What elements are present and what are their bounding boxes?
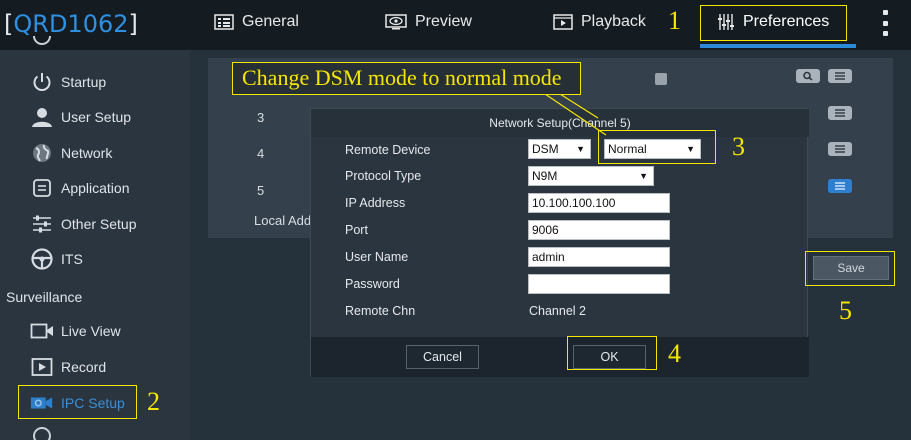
power-icon (30, 70, 54, 94)
cancel-button[interactable]: Cancel (406, 345, 479, 369)
user-name-field[interactable]: admin (528, 247, 670, 267)
globe-icon (30, 141, 54, 165)
row-number: 5 (257, 183, 265, 198)
record-icon (30, 355, 54, 379)
annotation-step-5: 5 (839, 296, 852, 325)
annotation-step-4: 4 (668, 339, 681, 368)
list-icon[interactable] (828, 69, 852, 83)
annotation-callout: Change DSM mode to normal mode (232, 62, 581, 95)
user-icon (30, 105, 54, 129)
tab-general[interactable]: General (214, 0, 299, 44)
wheel-icon (30, 247, 54, 271)
sliders-icon (30, 212, 54, 236)
tab-preview-label: Preview (415, 13, 472, 30)
ip-address-label: IP Address (345, 196, 406, 210)
password-label: Password (345, 277, 400, 291)
brand-bracket-close: ] (128, 10, 138, 38)
film-icon (553, 14, 573, 30)
grid-icon (214, 14, 234, 30)
remote-device-label: Remote Device (345, 143, 431, 157)
port-field[interactable]: 9006 (528, 220, 670, 240)
sidebar-item-label: Network (61, 145, 113, 161)
protocol-type-value: N9M (532, 169, 558, 183)
sidebar-item-partial-bottom (0, 424, 190, 440)
annotation-step-1: 1 (668, 6, 681, 35)
sidebar-item-record[interactable]: Record (0, 350, 190, 384)
sidebar-item-label: User Setup (61, 109, 132, 125)
camera-icon (30, 319, 54, 343)
remote-chn-value: Channel 2 (529, 304, 586, 318)
annotation-step-2: 2 (147, 387, 160, 416)
row-number: 3 (257, 110, 265, 125)
sidebar-item-label: ITS (61, 251, 83, 267)
remote-device-value: DSM (532, 142, 559, 156)
annotation-box-ipc-setup (18, 385, 137, 419)
chevron-down-icon: ▼ (576, 144, 585, 154)
sidebar-item-label: Record (61, 359, 107, 375)
sidebar-item-application[interactable]: Application (0, 171, 190, 205)
kebab-icon[interactable] (880, 10, 890, 36)
annotation-box-preferences (700, 5, 847, 41)
sidebar-item-startup[interactable]: Startup (0, 65, 190, 99)
remote-chn-label: Remote Chn (345, 304, 416, 318)
list-icon[interactable] (828, 106, 852, 120)
annotation-box-save (805, 251, 895, 286)
annotation-box-ok (567, 336, 657, 370)
row-number: 4 (257, 146, 265, 161)
user-name-label: User Name (345, 250, 409, 264)
channel-checkbox[interactable] (655, 73, 667, 85)
sidebar-item-label: Application (61, 180, 130, 196)
protocol-type-label: Protocol Type (345, 169, 422, 183)
app-icon (30, 176, 54, 200)
active-tab-indicator (700, 44, 856, 48)
ip-address-field[interactable]: 10.100.100.100 (528, 193, 670, 213)
sidebar-item-label: Live View (61, 323, 121, 339)
brand-name: QRD1062 (13, 10, 129, 38)
partial-icon (30, 36, 54, 48)
dialog-footer (311, 337, 809, 377)
partial-bottom-icon (30, 424, 54, 440)
annotation-step-3: 3 (732, 132, 745, 161)
sidebar-item-network[interactable]: Network (0, 136, 190, 170)
port-label: Port (345, 223, 368, 237)
tab-general-label: General (242, 13, 299, 30)
remote-device-select[interactable]: DSM ▼ (528, 139, 591, 159)
protocol-type-select[interactable]: N9M ▼ (528, 166, 654, 186)
sidebar-item-label: Other Setup (61, 216, 137, 232)
password-field[interactable] (528, 274, 670, 294)
sidebar-item-user-setup[interactable]: User Setup (0, 100, 190, 134)
sidebar-group-surveillance: Surveillance (6, 289, 83, 305)
eye-icon (385, 14, 407, 30)
tab-preview[interactable]: Preview (385, 0, 472, 44)
sidebar-item-its[interactable]: ITS (0, 242, 190, 276)
sidebar-item-label: Startup (61, 74, 107, 90)
list-icon[interactable] (828, 142, 852, 156)
annotation-box-mode (598, 130, 716, 164)
local-address-label: Local Add (254, 213, 312, 228)
tab-playback-label: Playback (581, 13, 646, 30)
list-icon[interactable] (828, 179, 852, 193)
sidebar-item-partial (0, 36, 190, 56)
search-icon[interactable] (796, 69, 820, 83)
chevron-down-icon: ▼ (639, 171, 648, 181)
sidebar-item-other-setup[interactable]: Other Setup (0, 207, 190, 241)
brand-bracket-open: [ (4, 10, 14, 38)
sidebar-item-live-view[interactable]: Live View (0, 314, 190, 348)
tab-playback[interactable]: Playback (553, 0, 646, 44)
